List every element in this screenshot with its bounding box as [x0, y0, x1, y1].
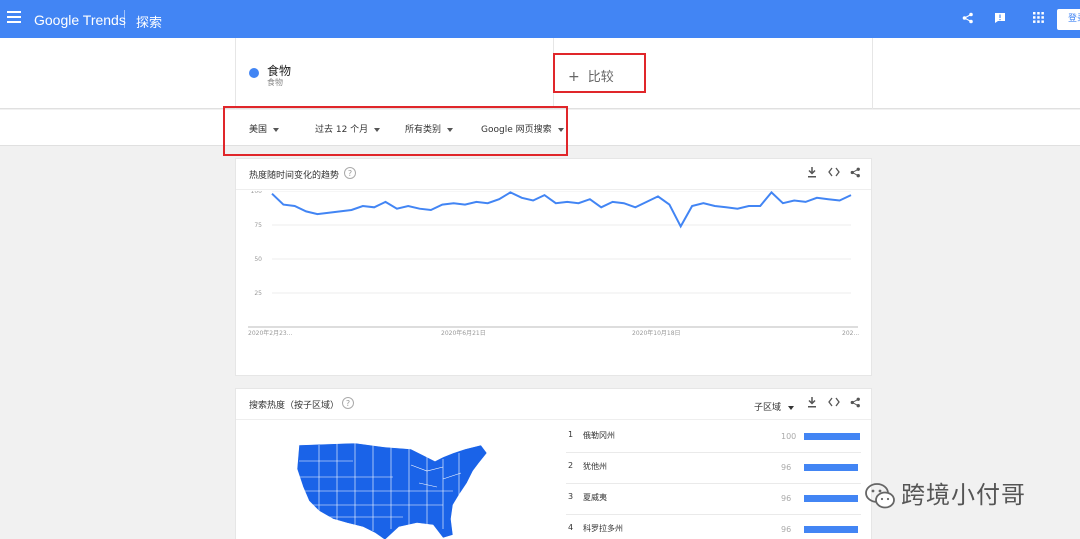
region-value: 100 — [781, 432, 797, 441]
share-icon[interactable] — [962, 12, 974, 27]
y-tick-label: 100 — [251, 191, 263, 195]
share-icon[interactable] — [850, 167, 861, 181]
interest-by-region-card: 搜索热度（按子区域） ? 子区域 1 俄勒冈州 100 2 犹他州 96 3 夏威夷 96 4 科罗… — [235, 388, 872, 539]
interest-over-time-chart: 100 75 50 25 2020年2月23... 2020年6月21日 2020年10月1… — [248, 191, 859, 337]
search-term-row: 食物 食物 + 比较 — [0, 38, 1080, 109]
filters-highlight-box — [223, 106, 568, 156]
region-value-bar — [804, 526, 858, 533]
card-header: 搜索热度（按子区域） ? 子区域 — [236, 389, 871, 420]
apps-icon[interactable] — [1033, 12, 1044, 26]
us-region-map[interactable] — [293, 439, 493, 539]
region-value-bar — [804, 433, 860, 440]
region-name: 科罗拉多州 — [583, 524, 623, 533]
x-tick-label: 2020年10月18日 — [632, 329, 681, 337]
region-value-bar — [804, 464, 858, 471]
watermark-text: 跨境小付哥 — [901, 481, 1026, 509]
region-row[interactable]: 4 科罗拉多州 96 — [566, 515, 861, 539]
region-value: 96 — [781, 525, 792, 534]
region-row[interactable]: 3 夏威夷 96 — [566, 484, 861, 515]
card-title: 热度随时间变化的趋势 — [249, 171, 340, 181]
login-button[interactable]: 登录 — [1057, 9, 1080, 30]
region-name: 俄勒冈州 — [583, 431, 615, 440]
google-trends-logo[interactable]: Google Trends — [34, 12, 126, 28]
region-level-dropdown[interactable]: 子区域 — [754, 400, 795, 413]
share-icon[interactable] — [850, 397, 861, 411]
x-tick-label: 202... — [842, 330, 859, 337]
y-tick-label: 50 — [254, 256, 262, 263]
wechat-icon — [865, 483, 895, 509]
page-title: 探索 — [136, 16, 163, 31]
divider — [872, 38, 873, 109]
help-icon[interactable]: ? — [344, 167, 356, 179]
embed-icon[interactable] — [828, 167, 840, 180]
embed-icon[interactable] — [828, 397, 840, 410]
region-value: 96 — [781, 494, 792, 503]
interest-over-time-card: 热度随时间变化的趋势 ? 100 75 50 25 2020年2月23... 2020年6… — [235, 158, 872, 376]
menu-icon[interactable] — [7, 11, 21, 25]
x-tick-label: 2020年2月23... — [248, 329, 293, 337]
help-icon[interactable]: ? — [342, 397, 354, 409]
region-row[interactable]: 1 俄勒冈州 100 — [566, 422, 861, 453]
download-icon[interactable] — [807, 397, 817, 411]
term-color-dot — [249, 68, 259, 78]
compare-highlight-box — [553, 53, 646, 93]
series-line — [271, 191, 852, 229]
search-term-subtitle: 食物 — [267, 78, 283, 87]
region-value-bar — [804, 495, 858, 502]
region-row[interactable]: 2 犹他州 96 — [566, 453, 861, 484]
region-name: 夏威夷 — [583, 493, 607, 502]
card-title: 搜索热度（按子区域） — [249, 401, 340, 411]
divider — [235, 38, 236, 109]
download-icon[interactable] — [807, 167, 817, 181]
watermark: 跨境小付哥 — [865, 475, 1026, 510]
region-rank: 2 — [568, 461, 574, 470]
region-rank: 1 — [568, 430, 574, 439]
y-tick-label: 75 — [254, 222, 262, 229]
feedback-icon[interactable] — [994, 12, 1006, 27]
region-value: 96 — [781, 463, 792, 472]
top-app-bar: Google Trends 探索 登录 — [0, 0, 1080, 38]
region-rank: 4 — [568, 523, 574, 532]
region-name: 犹他州 — [583, 462, 607, 471]
card-header: 热度随时间变化的趋势 ? — [236, 159, 871, 190]
header-divider — [124, 10, 125, 28]
chevron-down-icon — [788, 405, 795, 410]
x-tick-label: 2020年6月21日 — [441, 329, 486, 337]
region-rank: 3 — [568, 492, 574, 501]
y-tick-label: 25 — [254, 290, 262, 297]
